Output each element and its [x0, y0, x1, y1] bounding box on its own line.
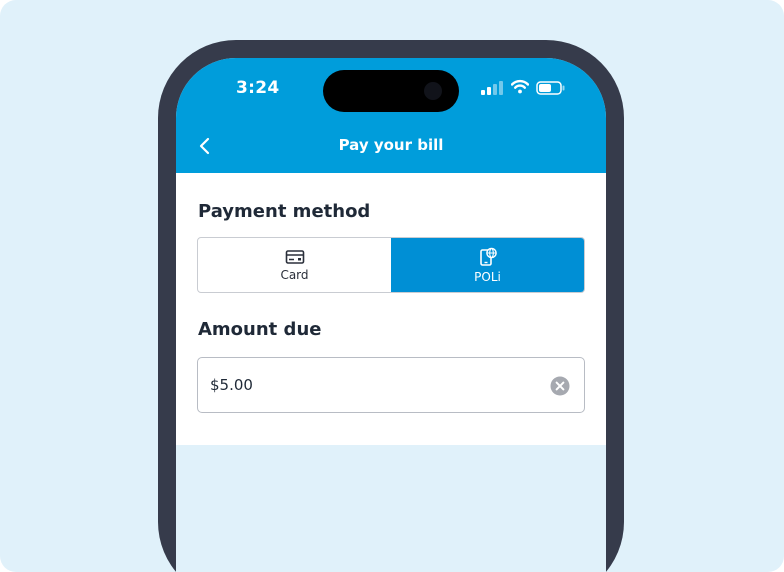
wifi-icon — [510, 79, 530, 98]
credit-card-icon — [285, 249, 304, 264]
amount-due-label: Amount due — [198, 319, 322, 340]
camera-icon — [424, 82, 442, 100]
page-title: Pay your bill — [338, 136, 444, 154]
dynamic-island — [323, 70, 459, 112]
app-header: 3:24 Pay your bill — [176, 58, 606, 173]
payment-method-label: Payment method — [198, 201, 371, 222]
payment-form: Payment method Card POLi Amount due $5.0… — [176, 173, 606, 445]
signal-icon — [481, 80, 505, 99]
canvas: 3:24 Pay your bill Payment method Card P… — [0, 0, 784, 572]
clear-amount-button[interactable] — [550, 376, 570, 396]
mobile-web-icon — [479, 247, 497, 266]
status-time: 3:24 — [236, 78, 280, 98]
phone-screen: 3:24 Pay your bill Payment method Card P… — [176, 58, 606, 572]
payment-option-poli-label: POLi — [474, 269, 501, 284]
amount-field — [197, 357, 585, 413]
payment-option-card[interactable]: Card — [198, 238, 391, 292]
clear-icon — [550, 376, 570, 396]
payment-option-poli[interactable]: POLi — [391, 238, 584, 292]
amount-input[interactable] — [210, 373, 530, 397]
payment-method-selector: Card POLi — [197, 237, 585, 293]
payment-option-card-label: Card — [280, 267, 309, 282]
battery-icon — [536, 80, 566, 99]
